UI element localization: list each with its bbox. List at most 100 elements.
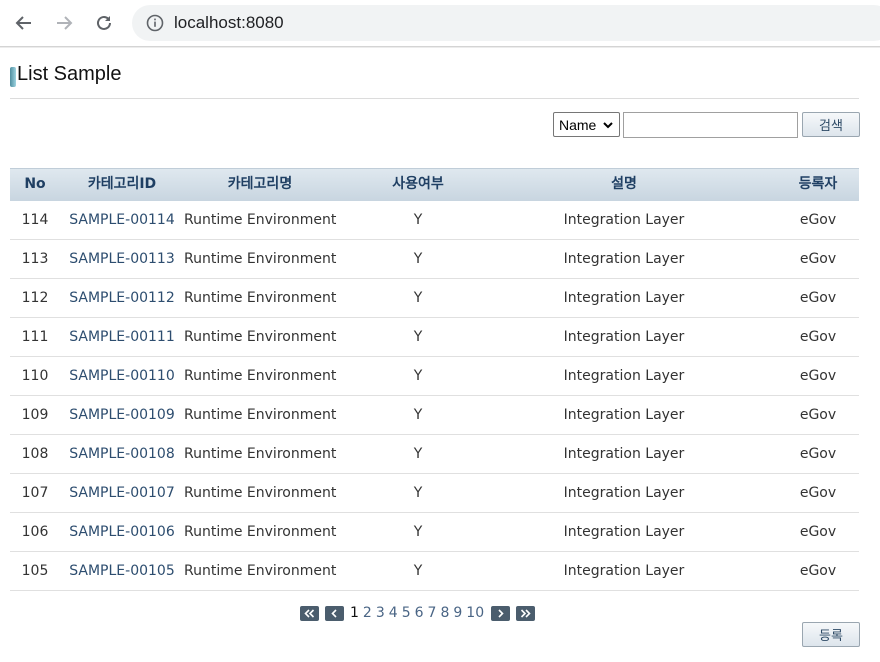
page-link[interactable]: 6: [415, 605, 424, 621]
cell-use-yn: Y: [413, 368, 423, 384]
arrow-right-icon: [57, 16, 73, 30]
table-row: 108 SAMPLE-00108 Runtime Environment Y I…: [10, 435, 859, 474]
header-no: No: [24, 176, 46, 192]
cell-description: Integration Layer: [563, 563, 685, 579]
cell-category-id-link[interactable]: SAMPLE-00107: [63, 474, 181, 512]
forward-button[interactable]: [49, 8, 79, 38]
cell-description: Integration Layer: [563, 524, 685, 540]
table-header: No 카테고리ID 카테고리명 사용여부 설명 등록자: [10, 168, 859, 201]
cell-use-yn: Y: [413, 329, 423, 345]
cell-no: 110: [21, 368, 49, 384]
cell-category-id-link[interactable]: SAMPLE-00111: [63, 318, 181, 356]
table-row: 107 SAMPLE-00107 Runtime Environment Y I…: [10, 474, 859, 513]
header-category-name: 카테고리명: [227, 176, 293, 192]
header-use-yn: 사용여부: [392, 176, 444, 192]
table-row: 114 SAMPLE-00114 Runtime Environment Y I…: [10, 201, 859, 240]
back-button[interactable]: [9, 8, 39, 38]
cell-category-id-link[interactable]: SAMPLE-00113: [63, 240, 181, 278]
cell-registrant: eGov: [799, 485, 837, 501]
browser-toolbar: localhost:8080: [0, 0, 880, 47]
category-table: No 카테고리ID 카테고리명 사용여부 설명 등록자 114 SAMPLE-0…: [10, 168, 859, 591]
cell-description: Integration Layer: [563, 290, 685, 306]
cell-no: 108: [21, 446, 49, 462]
cell-description: Integration Layer: [563, 329, 685, 345]
page-title: List Sample: [17, 63, 122, 85]
cell-description: Integration Layer: [563, 446, 685, 462]
url-text: localhost:8080: [174, 13, 284, 32]
cell-registrant: eGov: [799, 290, 837, 306]
cell-category-name: Runtime Environment: [184, 251, 337, 267]
cell-category-name: Runtime Environment: [184, 524, 337, 540]
cell-category-id-link[interactable]: SAMPLE-00106: [63, 513, 181, 551]
table-row: 112 SAMPLE-00112 Runtime Environment Y I…: [10, 279, 859, 318]
cell-category-id-link[interactable]: SAMPLE-00105: [63, 552, 181, 590]
info-icon[interactable]: [146, 14, 164, 32]
cell-category-id-link[interactable]: SAMPLE-00109: [63, 396, 181, 434]
search-keyword-input[interactable]: [623, 112, 798, 138]
page-link[interactable]: 9: [453, 605, 462, 621]
cell-no: 107: [21, 485, 49, 501]
page-link[interactable]: 7: [428, 605, 437, 621]
page-link-current[interactable]: 1: [350, 605, 359, 621]
page-link[interactable]: 10: [466, 605, 484, 621]
title-marker-icon: [10, 67, 16, 87]
cell-category-name: Runtime Environment: [184, 290, 337, 306]
table-row: 109 SAMPLE-00109 Runtime Environment Y I…: [10, 396, 859, 435]
cell-registrant: eGov: [799, 446, 837, 462]
cell-description: Integration Layer: [563, 368, 685, 384]
arrow-left-icon: [15, 16, 31, 30]
table-row: 111 SAMPLE-00111 Runtime Environment Y I…: [10, 318, 859, 357]
cell-category-name: Runtime Environment: [184, 485, 337, 501]
register-button[interactable]: 등록: [802, 622, 860, 647]
page-link[interactable]: 5: [402, 605, 411, 621]
cell-no: 109: [21, 407, 49, 423]
reload-icon: [97, 15, 111, 30]
last-page-button[interactable]: [516, 605, 536, 621]
cell-use-yn: Y: [413, 485, 423, 501]
cell-category-name: Runtime Environment: [184, 407, 337, 423]
cell-registrant: eGov: [799, 407, 837, 423]
search-condition-select[interactable]: Name: [553, 112, 620, 137]
cell-no: 111: [21, 329, 49, 345]
chevron-left-icon: [331, 608, 337, 618]
cell-category-id-link[interactable]: SAMPLE-00108: [63, 435, 181, 473]
page-link[interactable]: 3: [376, 605, 385, 621]
cell-category-name: Runtime Environment: [184, 212, 337, 228]
table-row: 105 SAMPLE-00105 Runtime Environment Y I…: [10, 552, 859, 591]
cell-use-yn: Y: [413, 446, 423, 462]
cell-category-name: Runtime Environment: [184, 563, 337, 579]
cell-registrant: eGov: [799, 329, 837, 345]
reload-button[interactable]: [89, 8, 119, 38]
double-chevron-right-icon: [521, 608, 531, 618]
page-link[interactable]: 8: [440, 605, 449, 621]
search-button[interactable]: 검색: [802, 112, 860, 137]
cell-no: 112: [21, 290, 49, 306]
cell-category-name: Runtime Environment: [184, 329, 337, 345]
cell-use-yn: Y: [413, 563, 423, 579]
cell-description: Integration Layer: [563, 407, 685, 423]
cell-category-id-link[interactable]: SAMPLE-00110: [63, 357, 181, 395]
cell-registrant: eGov: [799, 524, 837, 540]
first-page-button[interactable]: [300, 605, 319, 621]
double-chevron-left-icon: [304, 608, 315, 618]
table-row: 106 SAMPLE-00106 Runtime Environment Y I…: [10, 513, 859, 552]
cell-category-id-link[interactable]: SAMPLE-00112: [63, 279, 181, 317]
cell-description: Integration Layer: [563, 212, 685, 228]
cell-use-yn: Y: [413, 251, 423, 267]
cell-description: Integration Layer: [563, 251, 685, 267]
next-page-button[interactable]: [491, 605, 511, 621]
page-link[interactable]: 2: [363, 605, 372, 621]
cell-use-yn: Y: [413, 407, 423, 423]
page-link[interactable]: 4: [389, 605, 398, 621]
table-row: 110 SAMPLE-00110 Runtime Environment Y I…: [10, 357, 859, 396]
chevron-down-icon: [603, 122, 613, 129]
cell-no: 105: [21, 563, 49, 579]
address-bar[interactable]: localhost:8080: [132, 5, 880, 41]
cell-category-name: Runtime Environment: [184, 446, 337, 462]
cell-category-id-link[interactable]: SAMPLE-00114: [63, 201, 181, 239]
prev-page-button[interactable]: [325, 605, 344, 621]
page-header: List Sample: [10, 62, 859, 99]
cell-no: 114: [21, 212, 49, 228]
table-row: 113 SAMPLE-00113 Runtime Environment Y I…: [10, 240, 859, 279]
cell-registrant: eGov: [799, 251, 837, 267]
